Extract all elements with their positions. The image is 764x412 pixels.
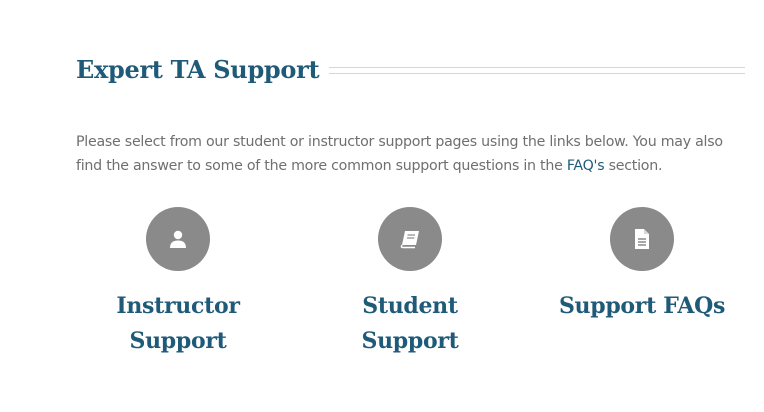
instructor-support-card[interactable]: Instructor Support	[62, 207, 294, 359]
user-icon[interactable]	[146, 207, 210, 271]
section-header: Expert TA Support	[76, 52, 745, 86]
support-options: Instructor Support Student Support Suppo…	[62, 207, 758, 367]
faq-link[interactable]: FAQ's	[567, 158, 605, 174]
intro-text-after: section.	[604, 158, 663, 175]
student-support-card[interactable]: Student Support	[294, 207, 526, 359]
document-icon[interactable]	[610, 207, 674, 271]
support-faqs-line1[interactable]: Support FAQs	[526, 289, 758, 324]
intro-paragraph: Please select from our student or instru…	[76, 130, 748, 178]
student-support-label[interactable]: Student Support	[294, 289, 526, 359]
support-faqs-card[interactable]: Support FAQs	[526, 207, 758, 324]
section-title: Expert TA Support	[76, 54, 320, 84]
instructor-support-line1[interactable]: Instructor	[62, 289, 294, 324]
student-support-line2[interactable]: Support	[294, 324, 526, 359]
title-divider	[329, 66, 745, 74]
book-icon[interactable]	[378, 207, 442, 271]
instructor-support-line2[interactable]: Support	[62, 324, 294, 359]
student-support-line1[interactable]: Student	[294, 289, 526, 324]
instructor-support-label[interactable]: Instructor Support	[62, 289, 294, 359]
support-faqs-label[interactable]: Support FAQs	[526, 289, 758, 324]
support-page: Expert TA Support Please select from our…	[0, 0, 764, 412]
